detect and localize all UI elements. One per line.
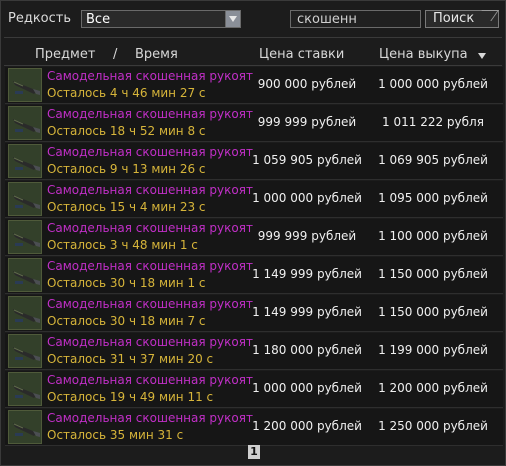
table-row[interactable]: Самодельная скошенная рукоят.. Осталось … xyxy=(5,67,503,104)
button-corner-decoration xyxy=(474,10,499,21)
rarity-filter-label: Редкость xyxy=(8,11,72,26)
time-left: Осталось 30 ч 18 мин 7 с xyxy=(47,314,206,328)
table-row[interactable]: Самодельная скошенная рукоят.. Осталось … xyxy=(5,219,503,256)
bid-price: 1 000 000 рублей xyxy=(252,381,362,395)
handle-icon xyxy=(8,144,42,178)
item-name: Самодельная скошенная рукоят.. xyxy=(47,373,253,387)
column-header-bid[interactable]: Цена ставки xyxy=(259,47,344,62)
bid-price: 999 999 рублей xyxy=(257,229,357,243)
table-row[interactable]: Самодельная скошенная рукоят.. Осталось … xyxy=(5,371,503,408)
bid-price: 999 999 рублей xyxy=(257,115,357,129)
auction-panel: Редкость Все Поиск Предмет / Время Цена … xyxy=(0,0,506,466)
bid-price: 1 149 999 рублей xyxy=(252,267,362,281)
item-name: Самодельная скошенная рукоят.. xyxy=(47,69,253,83)
time-left: Осталось 4 ч 46 мин 27 с xyxy=(47,86,206,100)
buyout-price: 1 150 000 рублей xyxy=(378,305,488,319)
item-name: Самодельная скошенная рукоят.. xyxy=(47,297,253,311)
item-name: Самодельная скошенная рукоят.. xyxy=(47,183,253,197)
item-name: Самодельная скошенная рукоят.. xyxy=(47,145,253,159)
handle-icon xyxy=(8,106,42,140)
time-left: Осталось 18 ч 52 мин 8 с xyxy=(47,124,206,138)
table-row[interactable]: Самодельная скошенная рукоят.. Осталось … xyxy=(5,295,503,332)
bid-price: 1 149 999 рублей xyxy=(252,305,362,319)
bid-price: 900 000 рублей xyxy=(257,77,357,91)
auction-list: Самодельная скошенная рукоят.. Осталось … xyxy=(5,67,503,447)
buyout-price: 1 069 905 рублей xyxy=(378,153,488,167)
buyout-price: 1 011 222 рубля xyxy=(382,115,484,129)
item-name: Самодельная скошенная рукоят.. xyxy=(47,221,253,235)
buyout-price: 1 250 000 рублей xyxy=(378,419,488,433)
buyout-price: 1 095 000 рублей xyxy=(378,191,488,205)
item-name: Самодельная скошенная рукоят.. xyxy=(47,411,253,425)
table-row[interactable]: Самодельная скошенная рукоят.. Осталось … xyxy=(5,409,503,446)
search-input[interactable] xyxy=(290,10,421,28)
time-left: Осталось 19 ч 49 мин 11 с xyxy=(47,390,214,404)
handle-icon xyxy=(8,334,42,368)
search-button-label: Поиск xyxy=(433,11,475,26)
column-header-item[interactable]: Предмет xyxy=(35,47,95,62)
handle-icon xyxy=(8,258,42,292)
table-row[interactable]: Самодельная скошенная рукоят.. Осталось … xyxy=(5,333,503,370)
time-left: Осталось 9 ч 13 мин 26 с xyxy=(47,162,206,176)
table-row[interactable]: Самодельная скошенная рукоят.. Осталось … xyxy=(5,105,503,142)
time-left: Осталось 35 мин 31 с xyxy=(47,428,184,442)
column-header-separator: / xyxy=(113,47,118,62)
chevron-down-icon[interactable] xyxy=(225,11,240,27)
rarity-select[interactable]: Все xyxy=(81,10,241,28)
header-divider-bottom xyxy=(4,65,502,66)
bid-price: 1 200 000 рублей xyxy=(252,419,362,433)
bid-price: 1 059 905 рублей xyxy=(252,153,362,167)
buyout-price: 1 100 000 рублей xyxy=(378,229,488,243)
buyout-price: 1 200 000 рублей xyxy=(378,381,488,395)
handle-icon xyxy=(8,220,42,254)
item-name: Самодельная скошенная рукоят.. xyxy=(47,335,253,349)
item-name: Самодельная скошенная рукоят.. xyxy=(47,259,253,273)
sort-desc-arrow-icon[interactable] xyxy=(478,53,486,59)
column-header-time[interactable]: Время xyxy=(135,47,178,62)
bid-price: 1 000 000 рублей xyxy=(252,191,362,205)
handle-icon xyxy=(8,296,42,330)
time-left: Осталось 30 ч 18 мин 1 с xyxy=(47,276,206,290)
page-button-current[interactable]: 1 xyxy=(248,445,260,459)
item-name: Самодельная скошенная рукоят.. xyxy=(47,107,253,121)
time-left: Осталось 3 ч 48 мин 1 с xyxy=(47,238,198,252)
time-left: Осталось 31 ч 37 мин 20 с xyxy=(47,352,214,366)
buyout-price: 1 199 000 рублей xyxy=(378,343,488,357)
buyout-price: 1 150 000 рублей xyxy=(378,267,488,281)
handle-icon xyxy=(8,410,42,444)
table-row[interactable]: Самодельная скошенная рукоят.. Осталось … xyxy=(5,181,503,218)
handle-icon xyxy=(8,68,42,102)
search-button[interactable]: Поиск xyxy=(425,10,499,28)
time-left: Осталось 15 ч 4 мин 23 с xyxy=(47,200,206,214)
buyout-price: 1 000 000 рублей xyxy=(378,77,488,91)
header-divider-top xyxy=(4,37,502,38)
table-row[interactable]: Самодельная скошенная рукоят.. Осталось … xyxy=(5,257,503,294)
rarity-select-value: Все xyxy=(86,12,111,27)
bid-price: 1 180 000 рублей xyxy=(252,343,362,357)
table-row[interactable]: Самодельная скошенная рукоят.. Осталось … xyxy=(5,143,503,180)
handle-icon xyxy=(8,182,42,216)
column-header-buyout[interactable]: Цена выкупа xyxy=(379,47,468,62)
handle-icon xyxy=(8,372,42,406)
